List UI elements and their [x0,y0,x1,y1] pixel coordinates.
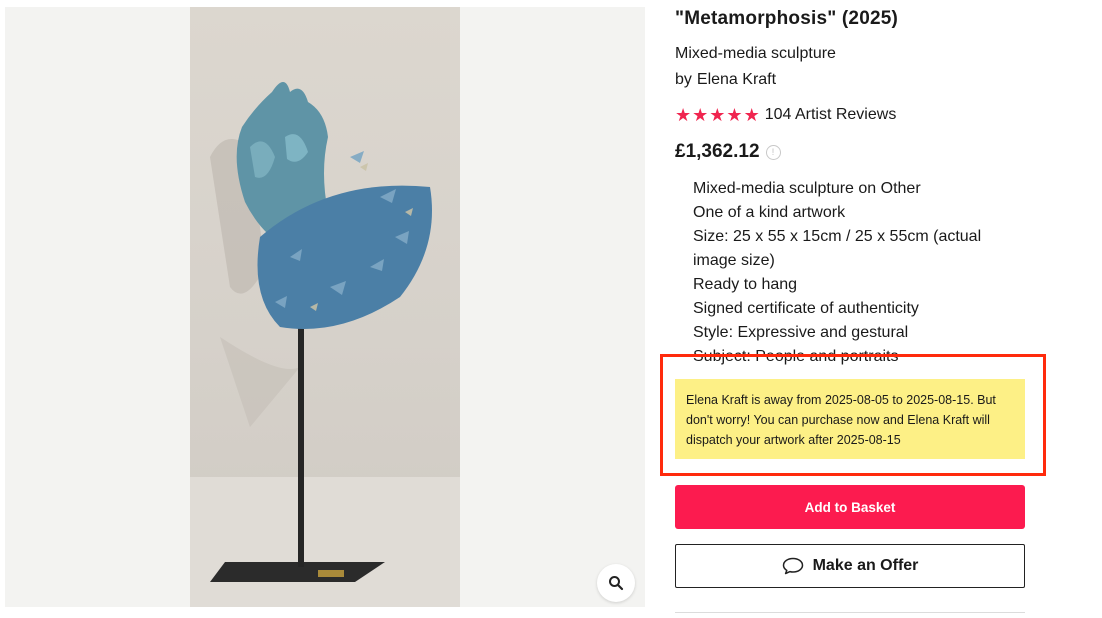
artist-away-notice: Elena Kraft is away from 2025-08-05 to 2… [675,379,1025,459]
feature-item: Size: 25 x 55 x 15cm / 25 x 55cm (actual… [693,228,982,269]
feature-list: Mixed-media sculpture on Other One of a … [693,177,1013,369]
zoom-button[interactable] [597,564,635,602]
magnifier-icon [609,576,624,591]
price-row: £1,362.12 ! [675,141,781,163]
info-icon[interactable]: ! [765,144,781,160]
artwork-photo[interactable] [190,7,460,607]
artist-link[interactable]: Elena Kraft [697,71,776,88]
feature-item: Style: Expressive and gestural [693,324,909,341]
star-icon: ★ [726,105,743,125]
add-to-basket-button[interactable]: Add to Basket [675,485,1025,529]
feature-item: Signed certificate of authenticity [693,300,919,317]
reviews-link[interactable]: 104 Artist Reviews [765,106,897,124]
feature-item: One of a kind artwork [693,204,846,221]
artwork-medium: Mixed-media sculpture [675,45,836,62]
feature-item: Subject: People and portraits [693,348,899,365]
speech-bubble-icon [782,557,803,575]
rating-row: ★ ★ ★ ★ ★ 104 Artist Reviews [675,106,896,124]
artist-prefix: by [675,71,692,88]
make-offer-label: Make an Offer [812,557,919,574]
star-icon: ★ [709,105,726,125]
feature-item: Ready to hang [693,276,798,293]
divider [675,612,1025,613]
artwork-image-panel [5,7,645,607]
star-icon: ★ [743,105,760,125]
sculpture-illustration [190,82,460,607]
star-icon: ★ [692,105,709,125]
artwork-title: "Metamorphosis" (2025) [675,8,899,29]
star-icon: ★ [675,105,692,125]
price: £1,362.12 [675,141,760,162]
make-offer-button[interactable]: Make an Offer [675,544,1025,588]
feature-item: Mixed-media sculpture on Other [693,180,921,197]
artist-line: by Elena Kraft [675,71,776,89]
star-rating: ★ ★ ★ ★ ★ [675,106,760,124]
